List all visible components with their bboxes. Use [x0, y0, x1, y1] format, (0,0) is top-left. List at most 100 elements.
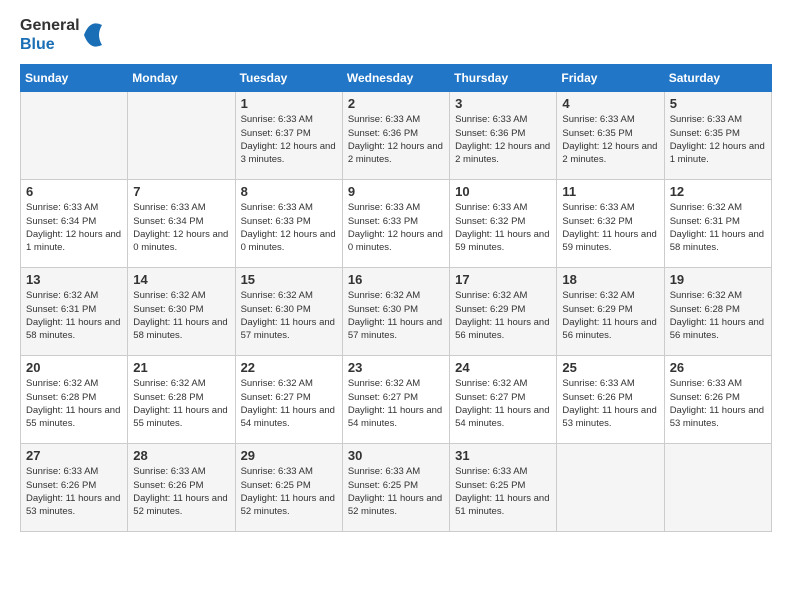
- sunrise-text: Sunrise: 6:32 AM: [562, 290, 634, 301]
- sunset-text: Sunset: 6:28 PM: [670, 304, 740, 315]
- day-cell: [21, 92, 128, 180]
- col-header-friday: Friday: [557, 65, 664, 92]
- sunset-text: Sunset: 6:36 PM: [348, 128, 418, 139]
- daylight-text: Daylight: 11 hours and 58 minutes.: [670, 229, 764, 253]
- sunrise-text: Sunrise: 6:33 AM: [241, 466, 313, 477]
- week-row-1: 1 Sunrise: 6:33 AM Sunset: 6:37 PM Dayli…: [21, 92, 772, 180]
- sunrise-text: Sunrise: 6:32 AM: [241, 378, 313, 389]
- sunrise-text: Sunrise: 6:32 AM: [26, 378, 98, 389]
- sunrise-text: Sunrise: 6:33 AM: [133, 466, 205, 477]
- day-number: 6: [26, 184, 122, 199]
- day-cell: 1 Sunrise: 6:33 AM Sunset: 6:37 PM Dayli…: [235, 92, 342, 180]
- daylight-text: Daylight: 11 hours and 53 minutes.: [670, 405, 764, 429]
- sunset-text: Sunset: 6:30 PM: [133, 304, 203, 315]
- day-cell: 6 Sunrise: 6:33 AM Sunset: 6:34 PM Dayli…: [21, 180, 128, 268]
- day-number: 5: [670, 96, 766, 111]
- sunset-text: Sunset: 6:36 PM: [455, 128, 525, 139]
- page-header: General Blue: [20, 16, 772, 54]
- sunset-text: Sunset: 6:29 PM: [562, 304, 632, 315]
- daylight-text: Daylight: 11 hours and 52 minutes.: [133, 493, 227, 517]
- day-number: 23: [348, 360, 444, 375]
- day-number: 29: [241, 448, 337, 463]
- day-info: Sunrise: 6:33 AM Sunset: 6:35 PM Dayligh…: [670, 113, 766, 166]
- day-number: 19: [670, 272, 766, 287]
- day-cell: 5 Sunrise: 6:33 AM Sunset: 6:35 PM Dayli…: [664, 92, 771, 180]
- day-number: 14: [133, 272, 229, 287]
- sunset-text: Sunset: 6:29 PM: [455, 304, 525, 315]
- day-info: Sunrise: 6:33 AM Sunset: 6:32 PM Dayligh…: [562, 201, 658, 254]
- day-info: Sunrise: 6:33 AM Sunset: 6:33 PM Dayligh…: [241, 201, 337, 254]
- day-cell: [128, 92, 235, 180]
- calendar-header-row: SundayMondayTuesdayWednesdayThursdayFrid…: [21, 65, 772, 92]
- daylight-text: Daylight: 11 hours and 57 minutes.: [348, 317, 442, 341]
- daylight-text: Daylight: 11 hours and 58 minutes.: [133, 317, 227, 341]
- daylight-text: Daylight: 12 hours and 2 minutes.: [455, 141, 550, 165]
- day-info: Sunrise: 6:33 AM Sunset: 6:34 PM Dayligh…: [26, 201, 122, 254]
- day-cell: 3 Sunrise: 6:33 AM Sunset: 6:36 PM Dayli…: [450, 92, 557, 180]
- day-cell: 8 Sunrise: 6:33 AM Sunset: 6:33 PM Dayli…: [235, 180, 342, 268]
- day-cell: 19 Sunrise: 6:32 AM Sunset: 6:28 PM Dayl…: [664, 268, 771, 356]
- daylight-text: Daylight: 11 hours and 53 minutes.: [26, 493, 120, 517]
- col-header-monday: Monday: [128, 65, 235, 92]
- sunset-text: Sunset: 6:33 PM: [348, 216, 418, 227]
- sunset-text: Sunset: 6:27 PM: [455, 392, 525, 403]
- day-cell: 9 Sunrise: 6:33 AM Sunset: 6:33 PM Dayli…: [342, 180, 449, 268]
- daylight-text: Daylight: 12 hours and 0 minutes.: [133, 229, 228, 253]
- daylight-text: Daylight: 11 hours and 53 minutes.: [562, 405, 656, 429]
- col-header-sunday: Sunday: [21, 65, 128, 92]
- sunrise-text: Sunrise: 6:32 AM: [670, 202, 742, 213]
- sunset-text: Sunset: 6:26 PM: [133, 480, 203, 491]
- day-info: Sunrise: 6:32 AM Sunset: 6:28 PM Dayligh…: [670, 289, 766, 342]
- logo: General Blue: [20, 16, 104, 54]
- day-number: 10: [455, 184, 551, 199]
- day-cell: 28 Sunrise: 6:33 AM Sunset: 6:26 PM Dayl…: [128, 444, 235, 532]
- sunrise-text: Sunrise: 6:33 AM: [348, 466, 420, 477]
- day-info: Sunrise: 6:32 AM Sunset: 6:28 PM Dayligh…: [26, 377, 122, 430]
- day-cell: 17 Sunrise: 6:32 AM Sunset: 6:29 PM Dayl…: [450, 268, 557, 356]
- sunrise-text: Sunrise: 6:33 AM: [26, 466, 98, 477]
- day-number: 13: [26, 272, 122, 287]
- daylight-text: Daylight: 11 hours and 55 minutes.: [26, 405, 120, 429]
- sunrise-text: Sunrise: 6:33 AM: [348, 114, 420, 125]
- day-info: Sunrise: 6:33 AM Sunset: 6:36 PM Dayligh…: [455, 113, 551, 166]
- day-cell: 29 Sunrise: 6:33 AM Sunset: 6:25 PM Dayl…: [235, 444, 342, 532]
- daylight-text: Daylight: 12 hours and 1 minute.: [670, 141, 765, 165]
- col-header-saturday: Saturday: [664, 65, 771, 92]
- day-info: Sunrise: 6:32 AM Sunset: 6:27 PM Dayligh…: [241, 377, 337, 430]
- day-info: Sunrise: 6:33 AM Sunset: 6:26 PM Dayligh…: [670, 377, 766, 430]
- sunset-text: Sunset: 6:25 PM: [241, 480, 311, 491]
- sunrise-text: Sunrise: 6:33 AM: [241, 202, 313, 213]
- daylight-text: Daylight: 11 hours and 57 minutes.: [241, 317, 335, 341]
- sunset-text: Sunset: 6:25 PM: [348, 480, 418, 491]
- daylight-text: Daylight: 11 hours and 54 minutes.: [348, 405, 442, 429]
- day-info: Sunrise: 6:32 AM Sunset: 6:27 PM Dayligh…: [455, 377, 551, 430]
- sunset-text: Sunset: 6:32 PM: [455, 216, 525, 227]
- sunrise-text: Sunrise: 6:33 AM: [562, 378, 634, 389]
- day-number: 9: [348, 184, 444, 199]
- day-info: Sunrise: 6:33 AM Sunset: 6:26 PM Dayligh…: [26, 465, 122, 518]
- day-info: Sunrise: 6:32 AM Sunset: 6:31 PM Dayligh…: [26, 289, 122, 342]
- daylight-text: Daylight: 12 hours and 3 minutes.: [241, 141, 336, 165]
- day-number: 31: [455, 448, 551, 463]
- day-info: Sunrise: 6:33 AM Sunset: 6:25 PM Dayligh…: [455, 465, 551, 518]
- sunset-text: Sunset: 6:33 PM: [241, 216, 311, 227]
- day-info: Sunrise: 6:33 AM Sunset: 6:34 PM Dayligh…: [133, 201, 229, 254]
- day-number: 15: [241, 272, 337, 287]
- sunrise-text: Sunrise: 6:32 AM: [133, 290, 205, 301]
- day-info: Sunrise: 6:32 AM Sunset: 6:30 PM Dayligh…: [348, 289, 444, 342]
- day-info: Sunrise: 6:32 AM Sunset: 6:29 PM Dayligh…: [562, 289, 658, 342]
- col-header-tuesday: Tuesday: [235, 65, 342, 92]
- day-cell: 15 Sunrise: 6:32 AM Sunset: 6:30 PM Dayl…: [235, 268, 342, 356]
- day-info: Sunrise: 6:33 AM Sunset: 6:37 PM Dayligh…: [241, 113, 337, 166]
- day-info: Sunrise: 6:33 AM Sunset: 6:26 PM Dayligh…: [562, 377, 658, 430]
- day-cell: 20 Sunrise: 6:32 AM Sunset: 6:28 PM Dayl…: [21, 356, 128, 444]
- day-cell: 4 Sunrise: 6:33 AM Sunset: 6:35 PM Dayli…: [557, 92, 664, 180]
- logo-bird-icon: [82, 17, 104, 53]
- day-info: Sunrise: 6:32 AM Sunset: 6:29 PM Dayligh…: [455, 289, 551, 342]
- day-cell: 25 Sunrise: 6:33 AM Sunset: 6:26 PM Dayl…: [557, 356, 664, 444]
- day-info: Sunrise: 6:33 AM Sunset: 6:33 PM Dayligh…: [348, 201, 444, 254]
- day-number: 11: [562, 184, 658, 199]
- sunrise-text: Sunrise: 6:32 AM: [348, 378, 420, 389]
- daylight-text: Daylight: 11 hours and 56 minutes.: [562, 317, 656, 341]
- sunrise-text: Sunrise: 6:33 AM: [348, 202, 420, 213]
